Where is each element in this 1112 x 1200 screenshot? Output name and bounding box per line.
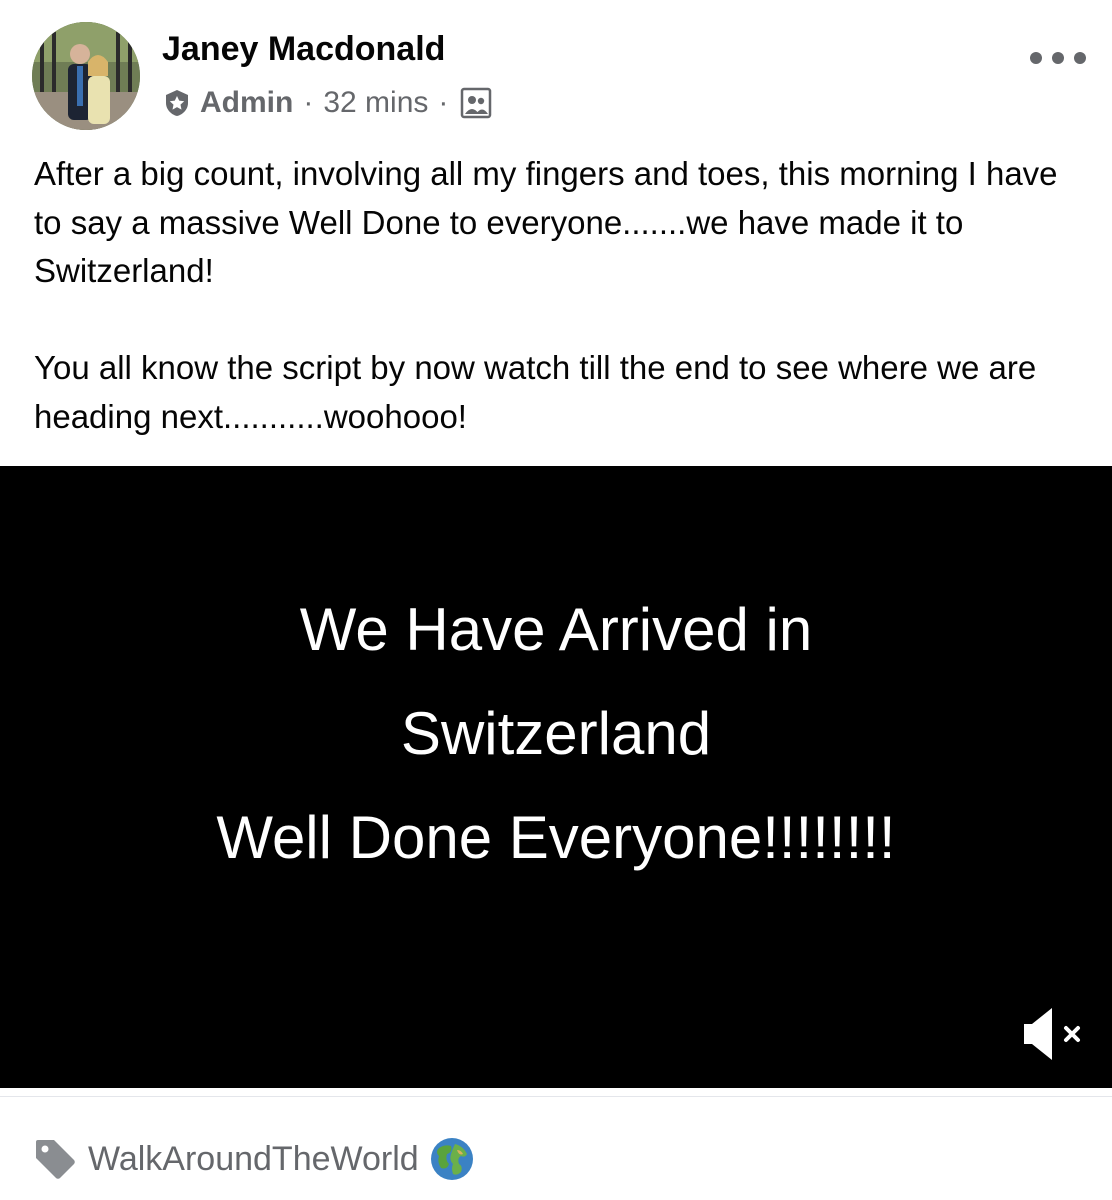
meta-separator: ·	[303, 86, 314, 119]
admin-label: Admin	[200, 86, 294, 119]
more-horizontal-icon-dot	[1074, 52, 1086, 64]
post-paragraph: You all know the script by now watch til…	[34, 349, 1037, 435]
admin-badge-icon	[162, 88, 192, 118]
video-player[interactable]: We Have Arrived in Switzerland Well Done…	[0, 466, 1112, 1088]
post-paragraph: After a big count, involving all my fing…	[34, 155, 1058, 289]
divider	[0, 1096, 1112, 1097]
post-time[interactable]: 32 mins	[323, 86, 428, 120]
globe-icon	[429, 1136, 475, 1182]
avatar[interactable]	[32, 22, 140, 130]
more-horizontal-icon-dot	[1052, 52, 1064, 64]
tag-icon	[32, 1136, 78, 1182]
author-name[interactable]: Janey Macdonald	[162, 30, 445, 69]
group-icon	[460, 87, 492, 119]
post-body: After a big count, involving all my fing…	[34, 150, 1084, 441]
more-horizontal-icon	[1030, 52, 1042, 64]
more-options-button[interactable]	[1030, 44, 1086, 72]
speaker-muted-icon	[1024, 1008, 1080, 1060]
mute-button[interactable]	[1018, 1004, 1088, 1064]
topic-tag[interactable]: WalkAroundTheWorld	[32, 1132, 475, 1186]
video-caption: We Have Arrived in Switzerland Well Done…	[216, 596, 896, 871]
post-meta: Admin · 32 mins ·	[162, 82, 492, 124]
post-header: Janey Macdonald Admin · 32 mins ·	[0, 0, 1112, 150]
meta-separator: ·	[438, 86, 449, 119]
topic-tag-label[interactable]: WalkAroundTheWorld	[88, 1140, 419, 1179]
